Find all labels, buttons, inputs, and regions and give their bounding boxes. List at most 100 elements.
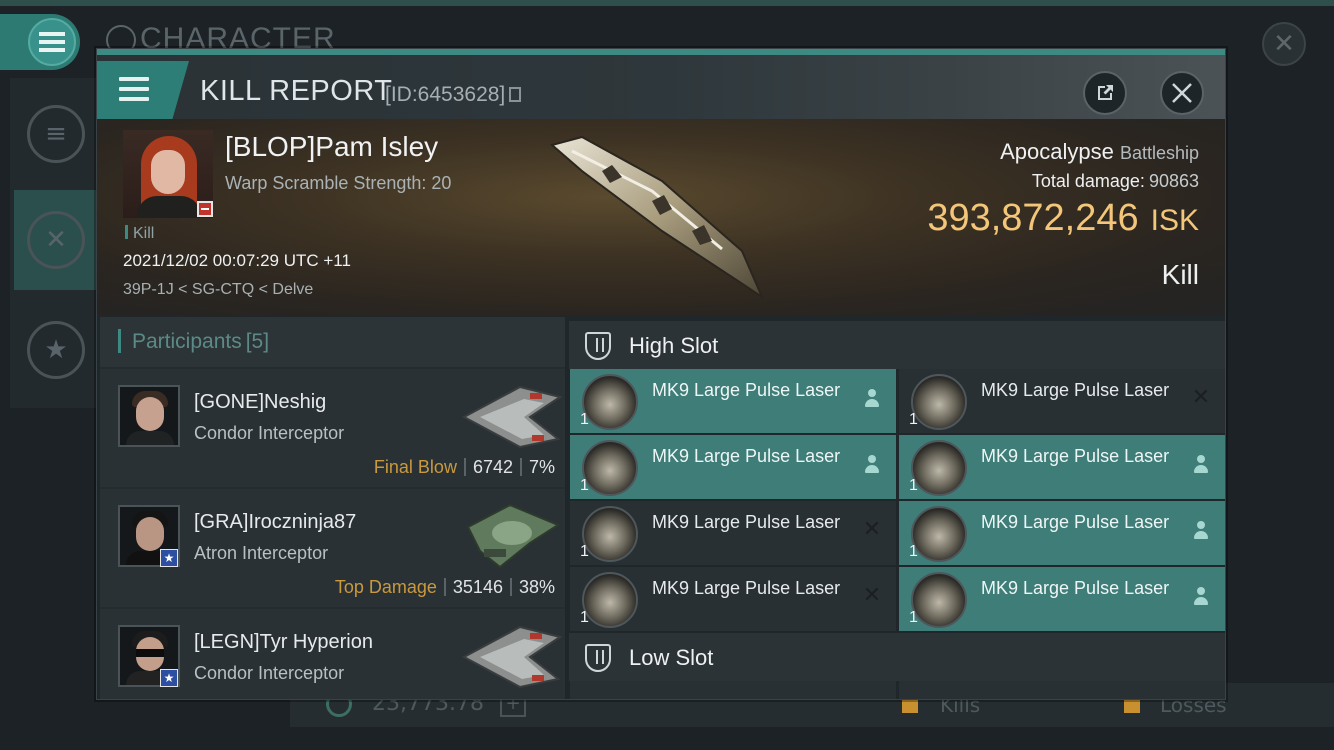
- module-qty: 1: [909, 477, 918, 494]
- crossed-swords-icon: ✕: [27, 211, 85, 269]
- close-button[interactable]: [1160, 71, 1204, 115]
- avatar: [118, 385, 180, 447]
- module-slot[interactable]: 1 MK9 Large Pulse Laser ✕: [570, 501, 896, 565]
- module-name: MK9 Large Pulse Laser: [981, 512, 1170, 532]
- fittings-panel: High Slot 1 MK9 Large Pulse Laser 1 MK9 …: [569, 317, 1225, 699]
- kill-report-header: KILL REPORT [ID:6453628]: [97, 55, 1225, 119]
- close-icon: [1172, 83, 1192, 103]
- pulse-laser-icon: [911, 440, 967, 496]
- module-name: MK9 Large Pulse Laser: [981, 446, 1170, 466]
- participants-header: Participants [5]: [100, 317, 565, 367]
- isk-value: 393,872,246 ISK: [927, 197, 1199, 239]
- victim-name[interactable]: [BLOP]Pam Isley: [225, 131, 438, 163]
- participants-count: [5]: [245, 330, 270, 353]
- module-name: MK9 Large Pulse Laser: [652, 380, 841, 400]
- kill-report-id[interactable]: [ID:6453628]: [385, 83, 522, 107]
- participants-title: Participants: [132, 330, 242, 353]
- pulse-laser-icon: [582, 440, 638, 496]
- kill-report-menu-button[interactable]: [97, 61, 189, 119]
- destroyed-icon: ✕: [1191, 385, 1211, 410]
- kill-report-title: KILL REPORT: [200, 75, 393, 107]
- condor-ship-icon: [461, 625, 563, 689]
- dropped-icon: [1191, 521, 1211, 543]
- hamburger-icon: [119, 77, 149, 107]
- module-slot[interactable]: 1 MK9 Large Pulse Laser: [899, 567, 1225, 631]
- pulse-laser-icon: [582, 506, 638, 562]
- module-name: MK9 Large Pulse Laser: [981, 578, 1170, 598]
- share-button[interactable]: [1083, 71, 1127, 115]
- module-name: MK9 Large Pulse Laser: [981, 380, 1170, 400]
- character-close-button[interactable]: ✕: [1262, 22, 1306, 66]
- pulse-laser-icon: [911, 506, 967, 562]
- participant-row[interactable]: ★ [LEGN]Tyr Hyperion Condor Interceptor: [100, 609, 565, 699]
- module-qty: 1: [580, 477, 589, 494]
- kill-location[interactable]: 39P-1J < SG-CTQ < Delve: [123, 281, 313, 299]
- participant-ship: Condor Interceptor: [194, 663, 345, 683]
- module-slot[interactable]: 1 MK9 Large Pulse Laser: [899, 501, 1225, 565]
- module-qty: 1: [580, 543, 589, 560]
- negative-standing-icon: [197, 201, 213, 217]
- victim-banner: [BLOP]Pam Isley Warp Scramble Strength: …: [97, 119, 1225, 315]
- module-slot[interactable]: [570, 681, 896, 699]
- module-qty: 1: [909, 543, 918, 560]
- star-icon: ★: [27, 321, 85, 379]
- pulse-laser-icon: [582, 572, 638, 628]
- pulse-laser-icon: [582, 374, 638, 430]
- sidebar-menu-item[interactable]: ≡: [14, 84, 98, 184]
- module-name: MK9 Large Pulse Laser: [652, 446, 841, 466]
- participant-stats: Top Damage 35146 38%: [334, 577, 555, 597]
- copy-icon[interactable]: [509, 87, 522, 102]
- participant-name: [GRA]Iroczninja87: [194, 511, 357, 533]
- kill-tag: Kill: [125, 225, 154, 243]
- module-name: MK9 Large Pulse Laser: [652, 578, 841, 598]
- module-qty: 1: [909, 609, 918, 626]
- dropped-icon: [862, 455, 882, 477]
- star-icon: ★: [160, 669, 178, 687]
- participant-row[interactable]: [GONE]Neshig Condor Interceptor Final Bl…: [100, 369, 565, 487]
- participant-ship: Atron Interceptor: [194, 543, 329, 563]
- module-slot[interactable]: [899, 681, 1225, 699]
- list-icon: ≡: [27, 105, 85, 163]
- module-slot[interactable]: 1 MK9 Large Pulse Laser: [899, 435, 1225, 499]
- module-name: MK9 Large Pulse Laser: [652, 512, 841, 532]
- high-slot-header: High Slot: [569, 321, 1225, 369]
- victim-ship[interactable]: Apocalypse Battleship: [1000, 139, 1199, 165]
- module-slot[interactable]: 1 MK9 Large Pulse Laser ✕: [570, 567, 896, 631]
- module-slot[interactable]: 1 MK9 Large Pulse Laser: [570, 369, 896, 433]
- low-slot-title: Low Slot: [629, 645, 714, 670]
- warp-scramble-strength: Warp Scramble Strength: 20: [225, 173, 452, 193]
- pulse-laser-icon: [911, 572, 967, 628]
- sidebar-combat-item[interactable]: ✕: [14, 190, 98, 290]
- top-strip: [0, 0, 1334, 6]
- low-slot-icon: [585, 644, 611, 672]
- kill-report-window: KILL REPORT [ID:6453628] [BLOP]Pam Isley…: [96, 48, 1226, 700]
- high-slot-icon: [585, 332, 611, 360]
- apocalypse-ship-image: [549, 135, 765, 300]
- module-qty: 1: [909, 411, 918, 428]
- destroyed-icon: ✕: [862, 517, 882, 542]
- atron-ship-icon: [466, 503, 561, 569]
- destroyed-icon: ✕: [862, 583, 882, 608]
- sidebar-medals-item[interactable]: ★: [14, 300, 98, 400]
- condor-ship-icon: [461, 385, 563, 449]
- participant-stats: Final Blow 6742 7%: [373, 457, 555, 477]
- dropped-icon: [862, 389, 882, 411]
- pulse-laser-icon: [911, 374, 967, 430]
- module-qty: 1: [580, 411, 589, 428]
- module-slot[interactable]: 1 MK9 Large Pulse Laser: [570, 435, 896, 499]
- main-menu-button[interactable]: [0, 14, 80, 70]
- module-slot[interactable]: 1 MK9 Large Pulse Laser ✕: [899, 369, 1225, 433]
- low-slot-header: Low Slot: [569, 633, 1225, 681]
- participant-name: [GONE]Neshig: [194, 391, 327, 413]
- total-damage: Total damage: 90863: [1031, 171, 1199, 191]
- kill-datetime: 2021/12/02 00:07:29 UTC +11: [123, 251, 351, 270]
- dropped-icon: [1191, 587, 1211, 609]
- participants-panel: Participants [5] [GONE]Neshig Condor Inte…: [100, 317, 565, 699]
- participant-row[interactable]: ★ [GRA]Iroczninja87 Atron Interceptor To…: [100, 489, 565, 607]
- kill-result: Kill: [1161, 259, 1199, 290]
- module-qty: 1: [580, 609, 589, 626]
- external-link-icon: [1098, 85, 1113, 100]
- dropped-icon: [1191, 455, 1211, 477]
- participant-name: [LEGN]Tyr Hyperion: [194, 631, 373, 653]
- star-icon: ★: [160, 549, 178, 567]
